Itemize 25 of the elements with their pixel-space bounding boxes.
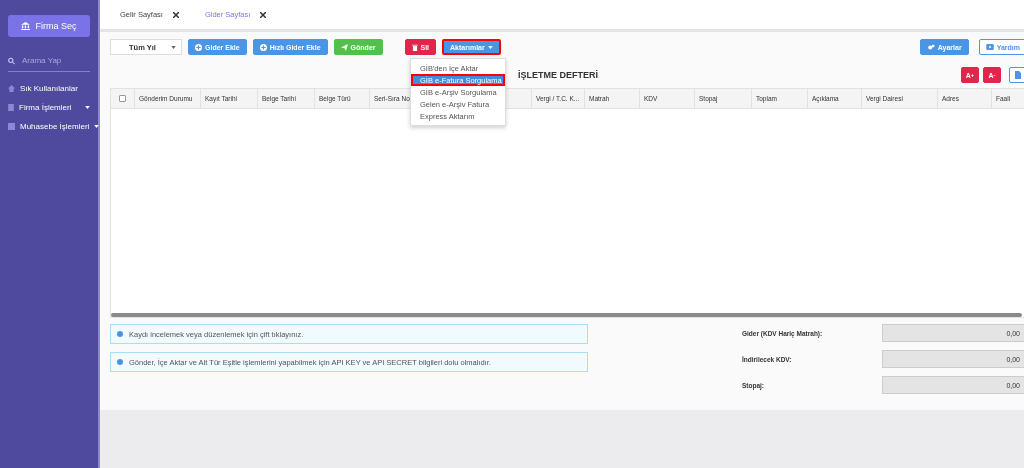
plus-circle-icon — [259, 43, 267, 51]
info-icon — [117, 331, 123, 337]
export-button[interactable] — [1009, 67, 1024, 83]
close-icon[interactable] — [260, 11, 267, 18]
firm-select-button[interactable]: Firma Seç — [8, 15, 90, 37]
sidebar-item[interactable]: Muhasebe İşlemleri — [20, 122, 90, 131]
home-icon — [8, 85, 15, 92]
caret-icon — [171, 45, 176, 49]
sidebar-item[interactable]: Firma İşlemleri — [19, 103, 80, 112]
caret-icon — [487, 45, 493, 49]
gears-icon — [926, 43, 935, 51]
sidebar-item[interactable]: Sık Kullanılanlar — [20, 84, 90, 93]
send-icon — [340, 43, 348, 51]
page-title: İŞLETME DEFTERİ — [518, 70, 598, 80]
video-icon — [985, 44, 994, 50]
plus-circle-icon — [195, 43, 202, 51]
close-icon[interactable] — [172, 11, 179, 18]
info-icon — [117, 359, 123, 365]
bank-icon — [21, 22, 31, 30]
trash-icon — [411, 43, 418, 51]
search-icon — [8, 56, 15, 65]
scrollbar[interactable] — [111, 313, 1022, 317]
file-icon — [1015, 71, 1021, 79]
search-field[interactable]: Arama Yap — [20, 55, 90, 66]
select-all-checkbox[interactable] — [119, 95, 126, 102]
